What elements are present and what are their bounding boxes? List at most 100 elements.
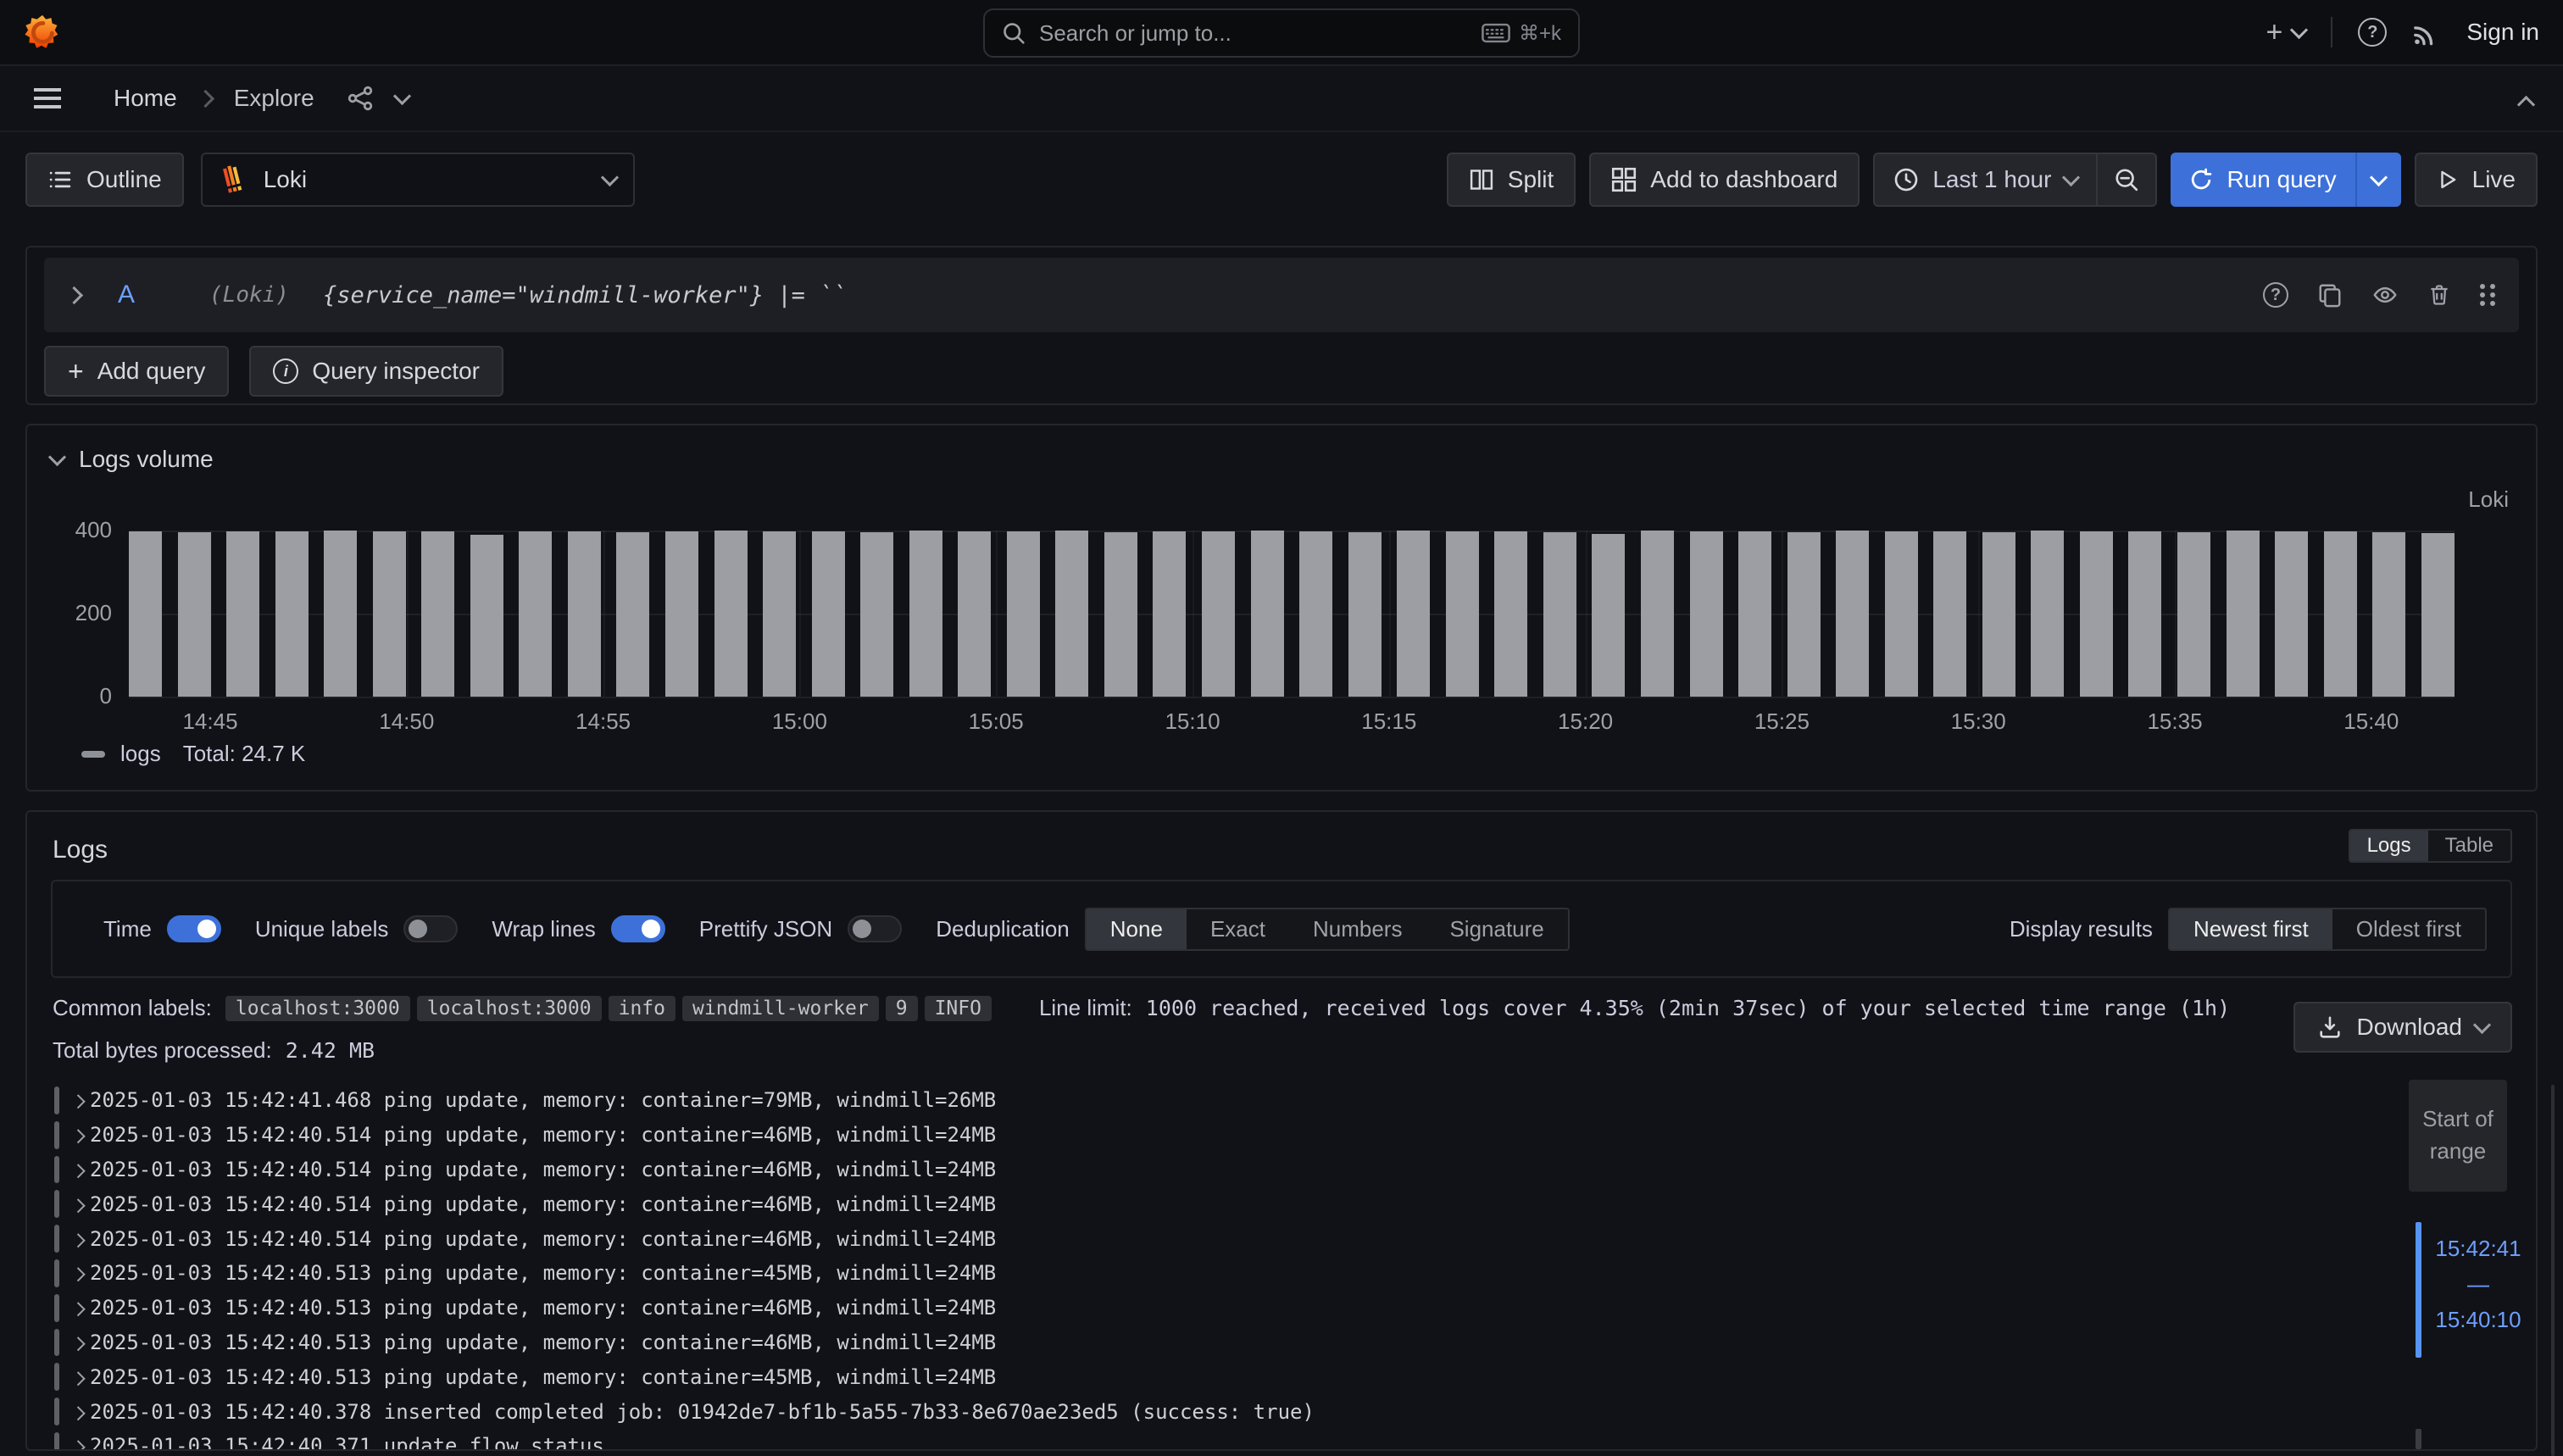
expand-row-icon[interactable]	[71, 1441, 86, 1451]
volume-bar[interactable]	[129, 531, 162, 697]
volume-bar[interactable]	[958, 531, 991, 697]
volume-bar[interactable]	[519, 531, 552, 697]
trash-icon[interactable]	[2427, 282, 2451, 308]
split-button[interactable]: Split	[1447, 153, 1576, 207]
volume-bar[interactable]	[1494, 531, 1527, 697]
option-table[interactable]: Table	[2428, 831, 2510, 861]
new-menu-button[interactable]: +	[2266, 18, 2306, 47]
log-row[interactable]: 2025-01-03 15:42:40.378 inserted complet…	[53, 1394, 2383, 1429]
volume-bar[interactable]	[2275, 531, 2308, 697]
eye-icon[interactable]	[2371, 282, 2399, 308]
query-help-icon[interactable]: ?	[2263, 282, 2288, 308]
add-query-button[interactable]: + Add query	[44, 346, 229, 397]
log-row[interactable]: 2025-01-03 15:42:41.468 ping update, mem…	[53, 1083, 2383, 1118]
volume-bar[interactable]	[1933, 531, 1966, 697]
volume-bar[interactable]	[2031, 531, 2064, 697]
volume-bar[interactable]	[373, 531, 406, 697]
datasource-picker[interactable]: Loki	[201, 153, 635, 207]
range-nav-times[interactable]: 15:42:41 — 15:40:10	[2434, 1231, 2522, 1337]
log-row[interactable]: 2025-01-03 15:42:40.513 ping update, mem…	[53, 1325, 2383, 1360]
chevron-down-icon[interactable]	[393, 86, 411, 104]
volume-bar[interactable]	[568, 531, 601, 697]
volume-bar[interactable]	[1690, 531, 1723, 697]
range-nav-highlight[interactable]	[2416, 1222, 2421, 1358]
log-row[interactable]: 2025-01-03 15:42:40.514 ping update, mem…	[53, 1221, 2383, 1256]
chart-legend[interactable]: logs Total: 24.7 K	[81, 741, 305, 767]
expand-row-icon[interactable]	[71, 1095, 86, 1109]
run-query-options-button[interactable]	[2355, 153, 2401, 207]
volume-bar[interactable]	[1202, 531, 1235, 697]
sign-in-button[interactable]: Sign in	[2466, 19, 2539, 46]
time-toggle[interactable]	[167, 915, 221, 942]
expand-row-icon[interactable]	[71, 1164, 86, 1178]
volume-bar[interactable]	[1007, 531, 1040, 697]
expand-row-icon[interactable]	[71, 1198, 86, 1213]
scrollbar[interactable]	[2551, 1085, 2555, 1456]
live-button[interactable]: Live	[2415, 153, 2538, 207]
breadcrumb-current[interactable]: Explore	[234, 85, 314, 112]
zoom-out-time-button[interactable]	[2096, 154, 2155, 205]
option-numbers[interactable]: Numbers	[1289, 909, 1426, 949]
query-expression[interactable]: {service_name="windmill-worker"} |= ``	[323, 282, 847, 308]
log-row[interactable]: 2025-01-03 15:42:40.514 ping update, mem…	[53, 1118, 2383, 1153]
download-button[interactable]: Download	[2293, 1002, 2512, 1053]
volume-bar[interactable]	[1543, 532, 1576, 697]
volume-bar[interactable]	[1836, 531, 1869, 697]
expand-row-icon[interactable]	[71, 1129, 86, 1143]
volume-bar[interactable]	[2080, 531, 2113, 697]
volume-bar[interactable]	[1592, 534, 1625, 697]
option-logs[interactable]: Logs	[2350, 831, 2428, 861]
volume-bar[interactable]	[1397, 531, 1430, 697]
series-label[interactable]: Loki	[2468, 486, 2509, 513]
volume-bar[interactable]	[1055, 531, 1088, 697]
drag-handle-icon[interactable]	[2480, 284, 2485, 289]
volume-bar[interactable]	[1787, 532, 1821, 697]
log-row[interactable]: 2025-01-03 15:42:40.371 update flow stat…	[53, 1429, 2383, 1451]
volume-bar[interactable]	[909, 531, 942, 697]
volume-bar[interactable]	[714, 531, 748, 697]
start-of-range-button[interactable]: Start of range	[2409, 1080, 2507, 1192]
volume-bar[interactable]	[860, 532, 893, 697]
expand-row-icon[interactable]	[71, 1302, 86, 1316]
volume-bar[interactable]	[812, 531, 845, 697]
help-icon[interactable]: ?	[2358, 18, 2387, 47]
log-row[interactable]: 2025-01-03 15:42:40.513 ping update, mem…	[53, 1359, 2383, 1394]
volume-bar[interactable]	[470, 535, 503, 697]
legend-series-name[interactable]: logs	[120, 741, 161, 767]
volume-bar[interactable]	[1251, 531, 1284, 697]
query-ref-id[interactable]: A	[118, 281, 135, 309]
log-row[interactable]: 2025-01-03 15:42:40.513 ping update, mem…	[53, 1291, 2383, 1325]
volume-bar[interactable]	[1885, 531, 1918, 697]
volume-bar[interactable]	[178, 532, 211, 697]
volume-bar[interactable]	[2324, 531, 2357, 697]
outline-button[interactable]: Outline	[25, 153, 184, 207]
expand-row-icon[interactable]	[71, 1337, 86, 1351]
volume-bar[interactable]	[1641, 531, 1674, 697]
expand-row-icon[interactable]	[71, 1268, 86, 1282]
volume-bar[interactable]	[1446, 531, 1479, 697]
volume-bar[interactable]	[1299, 531, 1332, 697]
range-nav-track-segment[interactable]	[2416, 1429, 2421, 1449]
time-range-button[interactable]: Last 1 hour	[1875, 166, 2096, 193]
volume-bar[interactable]	[2372, 532, 2405, 697]
log-row[interactable]: 2025-01-03 15:42:40.513 ping update, mem…	[53, 1256, 2383, 1291]
news-icon[interactable]	[2412, 18, 2441, 47]
prettify-json-toggle[interactable]	[848, 915, 902, 942]
option-newest-first[interactable]: Newest first	[2170, 909, 2332, 949]
collapse-bar-icon[interactable]	[2517, 96, 2535, 114]
log-row[interactable]: 2025-01-03 15:42:40.514 ping update, mem…	[53, 1153, 2383, 1187]
log-row[interactable]: 2025-01-03 15:42:40.514 ping update, mem…	[53, 1186, 2383, 1221]
share-icon[interactable]	[347, 85, 374, 112]
option-exact[interactable]: Exact	[1187, 909, 1289, 949]
search-input[interactable]: Search or jump to... ⌘+k	[983, 8, 1580, 58]
query-inspector-button[interactable]: i Query inspector	[249, 346, 503, 397]
menu-icon[interactable]	[34, 97, 61, 100]
option-none[interactable]: None	[1087, 909, 1187, 949]
volume-bar[interactable]	[1738, 531, 1771, 697]
volume-bar[interactable]	[275, 531, 309, 697]
volume-bar[interactable]	[616, 532, 649, 697]
grafana-logo[interactable]	[24, 14, 61, 51]
copy-icon[interactable]	[2317, 282, 2343, 308]
volume-bar[interactable]	[2421, 533, 2455, 697]
logs-volume-chart[interactable]: 020040014:4514:5014:5515:0015:0515:1015:…	[129, 531, 2455, 697]
